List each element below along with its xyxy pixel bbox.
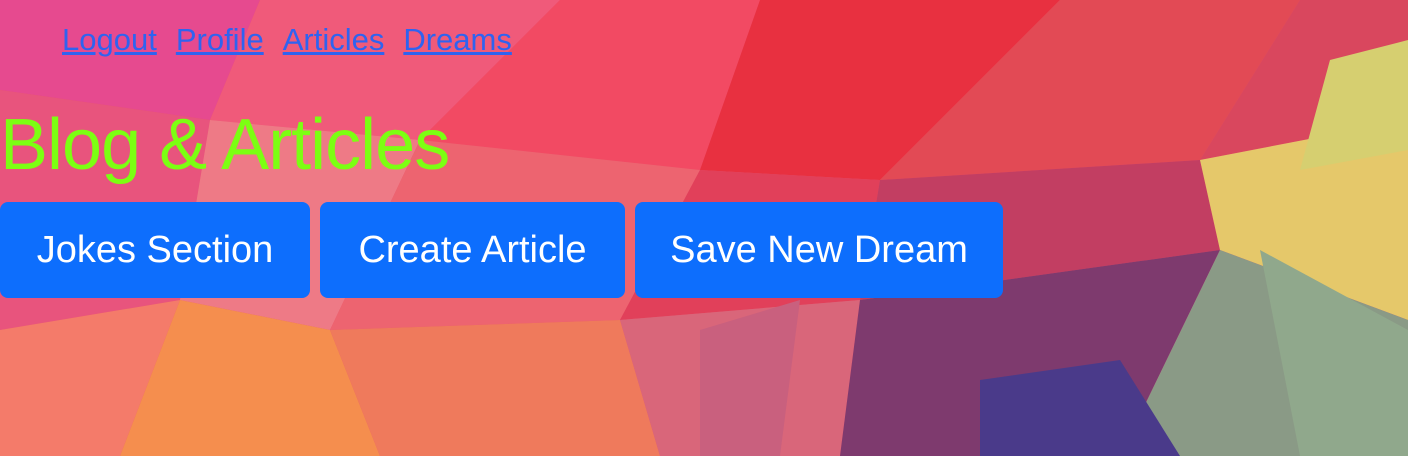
create-article-button[interactable]: Create Article: [320, 202, 625, 298]
nav-link-logout[interactable]: Logout: [62, 20, 157, 60]
top-nav: Logout Profile Articles Dreams: [62, 20, 531, 60]
nav-link-articles[interactable]: Articles: [283, 20, 385, 60]
page-content: Logout Profile Articles Dreams Blog & Ar…: [0, 0, 1408, 456]
action-buttons: Jokes Section Create Article Save New Dr…: [0, 202, 1013, 298]
page-title: Blog & Articles: [0, 105, 450, 185]
nav-link-dreams[interactable]: Dreams: [403, 20, 512, 60]
save-new-dream-button[interactable]: Save New Dream: [635, 202, 1003, 298]
jokes-section-button[interactable]: Jokes Section: [0, 202, 310, 298]
nav-link-profile[interactable]: Profile: [176, 20, 264, 60]
